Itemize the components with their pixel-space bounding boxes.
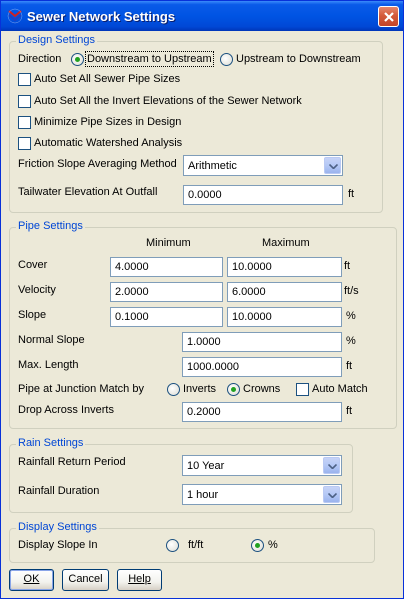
normal-slope-label: Normal Slope <box>18 334 85 346</box>
slope-unit: % <box>346 310 356 322</box>
dropdown-button[interactable] <box>323 457 340 474</box>
auto-watershed-checkbox[interactable] <box>18 137 31 150</box>
pipe-settings-title: Pipe Settings <box>16 220 85 232</box>
cancel-label: Cancel <box>68 573 103 585</box>
normal-slope-unit: % <box>346 335 356 347</box>
design-settings-title: Design Settings <box>16 34 98 46</box>
rainfall-duration-value: 1 hour <box>187 489 219 501</box>
cancel-button[interactable]: Cancel <box>62 569 109 591</box>
window-title: Sewer Network Settings <box>27 9 176 24</box>
display-percent-radio[interactable] <box>251 539 264 552</box>
display-ftft-radio[interactable] <box>166 539 179 552</box>
max-length-input[interactable]: 1000.0000 <box>182 357 342 377</box>
help-button[interactable]: Help <box>117 569 162 591</box>
direction-upstream-label[interactable]: Upstream to Downstream <box>236 53 361 65</box>
rainfall-duration-select[interactable]: 1 hour <box>182 484 342 505</box>
auto-set-inverts-label[interactable]: Auto Set All the Invert Elevations of th… <box>34 95 302 107</box>
friction-slope-label: Friction Slope Averaging Method <box>18 158 177 170</box>
cover-min-input[interactable]: 4.0000 <box>110 257 223 277</box>
title-bar[interactable]: Sewer Network Settings <box>1 1 403 31</box>
auto-set-inverts-checkbox[interactable] <box>18 95 31 108</box>
velocity-max-input[interactable]: 6.0000 <box>227 282 342 302</box>
close-button[interactable] <box>378 6 399 27</box>
drop-across-inverts-unit: ft <box>346 405 353 417</box>
display-settings-group: Display Settings Display Slope In ft/ft … <box>9 521 375 563</box>
slope-label: Slope <box>18 309 47 321</box>
friction-slope-select[interactable]: Arithmetic <box>183 155 343 176</box>
auto-match-checkbox[interactable] <box>296 383 309 396</box>
chevron-down-icon <box>328 493 337 498</box>
ok-button[interactable]: OK <box>9 569 54 591</box>
design-settings-group: Design Settings Direction Downstream to … <box>9 34 383 213</box>
close-icon <box>384 12 394 22</box>
junction-crowns-label[interactable]: Crowns <box>243 383 280 395</box>
display-settings-title: Display Settings <box>16 521 99 533</box>
rain-settings-group: Rain Settings Rainfall Return Period 10 … <box>9 437 353 513</box>
max-length-label: Max. Length <box>18 359 79 371</box>
drop-across-inverts-label: Drop Across Inverts <box>18 404 114 416</box>
max-length-unit: ft <box>346 360 353 372</box>
minimum-column-header: Minimum <box>146 237 191 249</box>
minimize-sizes-label[interactable]: Minimize Pipe Sizes in Design <box>34 116 181 128</box>
rainfall-return-value: 10 Year <box>187 460 225 472</box>
velocity-min-input[interactable]: 2.0000 <box>110 282 223 302</box>
auto-match-label[interactable]: Auto Match <box>312 383 368 395</box>
display-slope-label: Display Slope In <box>18 539 98 551</box>
direction-upstream-radio[interactable] <box>220 53 233 66</box>
rainfall-return-select[interactable]: 10 Year <box>182 455 342 476</box>
rainfall-return-label: Rainfall Return Period <box>18 456 126 468</box>
display-ftft-label[interactable]: ft/ft <box>188 539 203 551</box>
tailwater-input[interactable]: 0.0000 <box>183 185 343 205</box>
velocity-label: Velocity <box>18 284 56 296</box>
display-percent-label[interactable]: % <box>268 539 278 551</box>
junction-inverts-radio[interactable] <box>167 383 180 396</box>
dropdown-button[interactable] <box>324 157 341 174</box>
friction-slope-value: Arithmetic <box>188 160 237 172</box>
rain-settings-title: Rain Settings <box>16 437 86 449</box>
auto-watershed-label[interactable]: Automatic Watershed Analysis <box>34 137 182 149</box>
help-label: Help <box>128 573 151 585</box>
chevron-down-icon <box>328 464 337 469</box>
dropdown-button[interactable] <box>323 486 340 503</box>
drop-across-inverts-input[interactable]: 0.2000 <box>182 402 342 422</box>
cover-unit: ft <box>344 260 351 272</box>
cover-label: Cover <box>18 259 48 271</box>
direction-downstream-radio[interactable] <box>71 53 84 66</box>
junction-crowns-radio[interactable] <box>227 383 240 396</box>
junction-match-label: Pipe at Junction Match by <box>18 383 144 395</box>
cover-max-input[interactable]: 10.0000 <box>227 257 342 277</box>
direction-downstream-label[interactable]: Downstream to Upstream <box>85 51 214 67</box>
direction-label: Direction <box>18 53 62 65</box>
normal-slope-input[interactable]: 1.0000 <box>182 332 342 352</box>
maximum-column-header: Maximum <box>262 237 310 249</box>
minimize-sizes-checkbox[interactable] <box>18 116 31 129</box>
rainfall-duration-label: Rainfall Duration <box>18 485 100 497</box>
ok-label: OK <box>23 573 40 585</box>
auto-set-sizes-label[interactable]: Auto Set All Sewer Pipe Sizes <box>34 73 180 85</box>
chevron-down-icon <box>329 164 338 169</box>
app-icon <box>7 8 23 24</box>
slope-max-input[interactable]: 10.0000 <box>227 307 342 327</box>
velocity-unit: ft/s <box>344 285 359 297</box>
auto-set-sizes-checkbox[interactable] <box>18 73 31 86</box>
tailwater-unit: ft <box>348 188 355 200</box>
sewer-network-settings-dialog: Sewer Network Settings Design Settings D… <box>0 0 404 599</box>
tailwater-label: Tailwater Elevation At Outfall <box>18 186 158 198</box>
pipe-settings-group: Pipe Settings Minimum Maximum Cover 4.00… <box>9 220 397 429</box>
slope-min-input[interactable]: 0.1000 <box>110 307 223 327</box>
junction-inverts-label[interactable]: Inverts <box>183 383 216 395</box>
